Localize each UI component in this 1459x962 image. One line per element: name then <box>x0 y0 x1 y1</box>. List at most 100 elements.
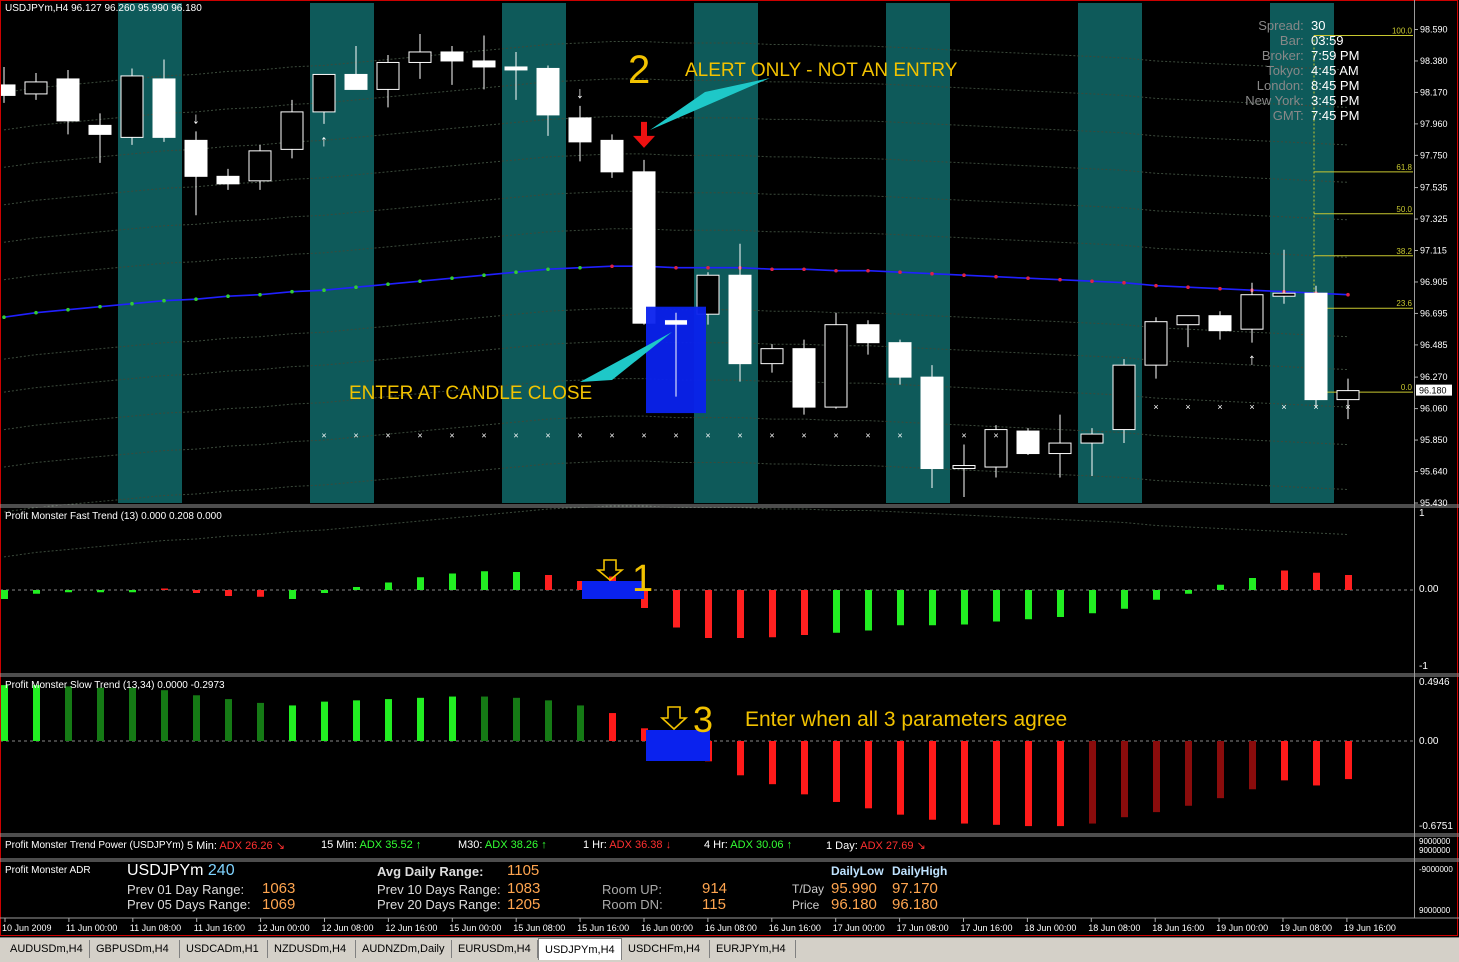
tab-audusdm-h4[interactable]: AUDUSDm,H4 <box>4 940 90 958</box>
candle-body <box>504 66 528 71</box>
tab-eurjpym-h4[interactable]: EURJPYm,H4 <box>710 940 796 958</box>
fast-trend-bar <box>1025 590 1032 620</box>
stop-marker: × <box>1313 402 1318 412</box>
tab-audnzdm-daily[interactable]: AUDNZDm,Daily <box>356 940 452 958</box>
down-arrow-icon: ↓ <box>192 110 200 127</box>
time-label: 11 Jun 08:00 <box>130 923 181 933</box>
fast-trend-bar <box>225 590 232 596</box>
slow-trend-bar <box>929 741 936 820</box>
tab-eurusdm-h4[interactable]: EURUSDm,H4 <box>452 940 538 958</box>
ma-dot <box>994 274 998 279</box>
ma-dot <box>482 273 486 278</box>
adr-prev05-value: 1069 <box>262 896 296 913</box>
time-label: 17 Jun 00:00 <box>833 923 885 933</box>
price-label: 97.115 <box>1420 246 1447 256</box>
adr-room-dn-value: 115 <box>702 896 726 913</box>
slow-trend-bar <box>769 741 776 785</box>
candle-body <box>1112 364 1136 431</box>
time-label: 19 Jun 00:00 <box>1216 923 1268 933</box>
candle-body <box>88 124 112 135</box>
time-label: 11 Jun 16:00 <box>194 923 245 933</box>
trend-power-4hr: 4 Hr: ADX 30.06 ↑ <box>704 839 793 851</box>
price-label: 98.380 <box>1420 56 1448 66</box>
ma-dot <box>1218 286 1222 291</box>
candle-body <box>760 348 784 365</box>
slow-axis-max: 0.4946 <box>1419 677 1450 688</box>
time-label: 18 Jun 08:00 <box>1088 923 1140 933</box>
candle-body <box>1304 292 1328 401</box>
candle-body <box>952 465 976 470</box>
slow-trend-bar <box>481 696 488 741</box>
fib-label: 38.2 <box>1396 247 1412 256</box>
trend-power-15min: 15 Min: ADX 35.52 ↑ <box>321 839 422 851</box>
fast-trend-bar <box>801 590 808 635</box>
fast-trend-bar <box>385 582 392 590</box>
candle-body <box>280 111 304 150</box>
stop-marker: × <box>865 431 870 441</box>
fast-trend-bar <box>1089 590 1096 614</box>
candle-body <box>824 324 848 408</box>
slow-trend-bar <box>129 687 136 741</box>
adr-avg-value: 1105 <box>507 862 540 879</box>
price-label: 95.430 <box>1420 498 1448 508</box>
tab-usdchfm-h4[interactable]: USDCHFm,H4 <box>622 940 710 958</box>
candle-body <box>440 51 464 62</box>
adr-prev01-value: 1063 <box>262 880 296 897</box>
ma-dot <box>418 279 422 284</box>
slow-trend-bar <box>257 702 264 741</box>
stop-marker: × <box>993 431 998 441</box>
candle-body <box>216 175 240 185</box>
tab-usdcadm-h1[interactable]: USDCADm,H1 <box>180 940 268 958</box>
slow-axis-min: -0.6751 <box>1419 821 1453 832</box>
symbol-header: USDJPYm,H4 96.127 96.260 95.990 96.180 <box>5 3 202 14</box>
ma-dot <box>962 273 966 278</box>
info-row-london: London: 8:45 PM <box>1256 78 1360 93</box>
adr-title: Profit Monster ADR <box>5 865 91 876</box>
ma-dot <box>34 310 38 315</box>
candle-body <box>0 84 16 96</box>
candle-body <box>1016 430 1040 455</box>
stop-marker: × <box>449 431 454 441</box>
slow-trend-bar <box>513 697 520 741</box>
stop-marker: × <box>833 431 838 441</box>
current-price-label: 96.180 <box>1419 386 1447 396</box>
ma-dot <box>706 265 710 270</box>
time-label: 16 Jun 16:00 <box>769 923 821 933</box>
ma-dot <box>322 288 326 293</box>
up-arrow-icon: ↑ <box>1248 352 1256 369</box>
adr-price-high: 96.180 <box>892 896 938 913</box>
ma-dot <box>1026 276 1030 281</box>
fast-axis-zero: 0.00 <box>1419 584 1439 595</box>
candle-body <box>1176 315 1200 326</box>
arrow-up-icon: ↑ <box>415 839 422 851</box>
stop-marker: × <box>641 431 646 441</box>
slow-trend-bar <box>897 741 904 815</box>
tab-usdjpym-h4[interactable]: USDJPYm,H4 <box>538 938 622 960</box>
fast-trend-title: Profit Monster Fast Trend (13) 0.000 0.2… <box>5 511 222 522</box>
slow-trend-bar <box>609 713 616 741</box>
slow-trend-bar <box>1185 741 1192 806</box>
time-label: 15 Jun 00:00 <box>449 923 501 933</box>
candle-body <box>568 117 592 143</box>
fast-trend-bar <box>1249 578 1256 590</box>
slow-trend-bar <box>33 685 40 741</box>
time-label: 18 Jun 16:00 <box>1152 923 1204 933</box>
stop-marker: × <box>481 431 486 441</box>
candle-body <box>1208 315 1232 332</box>
ma-dot <box>386 282 390 287</box>
alert-text: ALERT ONLY - NOT AN ENTRY <box>685 60 958 81</box>
fib-label: 100.0 <box>1392 26 1413 35</box>
fast-trend-bar <box>513 572 520 590</box>
adr-prev05-label: Prev 05 Days Range: <box>127 897 251 912</box>
fast-axis-min: -1 <box>1419 661 1428 672</box>
fast-trend-bar <box>1057 590 1064 617</box>
tab-nzdusdm-h4[interactable]: NZDUSDm,H4 <box>268 940 356 958</box>
tab-gbpusdm-h4[interactable]: GBPUSDm,H4 <box>90 940 180 958</box>
adr-axis-neg: -9000000 <box>1419 865 1453 874</box>
stop-marker: × <box>321 431 326 441</box>
adr-tday-label: T/Day <box>792 882 825 896</box>
ma-dot <box>1090 279 1094 284</box>
price-label: 97.325 <box>1420 214 1448 224</box>
candle-body <box>856 324 880 344</box>
fast-trend-bar <box>737 590 744 638</box>
